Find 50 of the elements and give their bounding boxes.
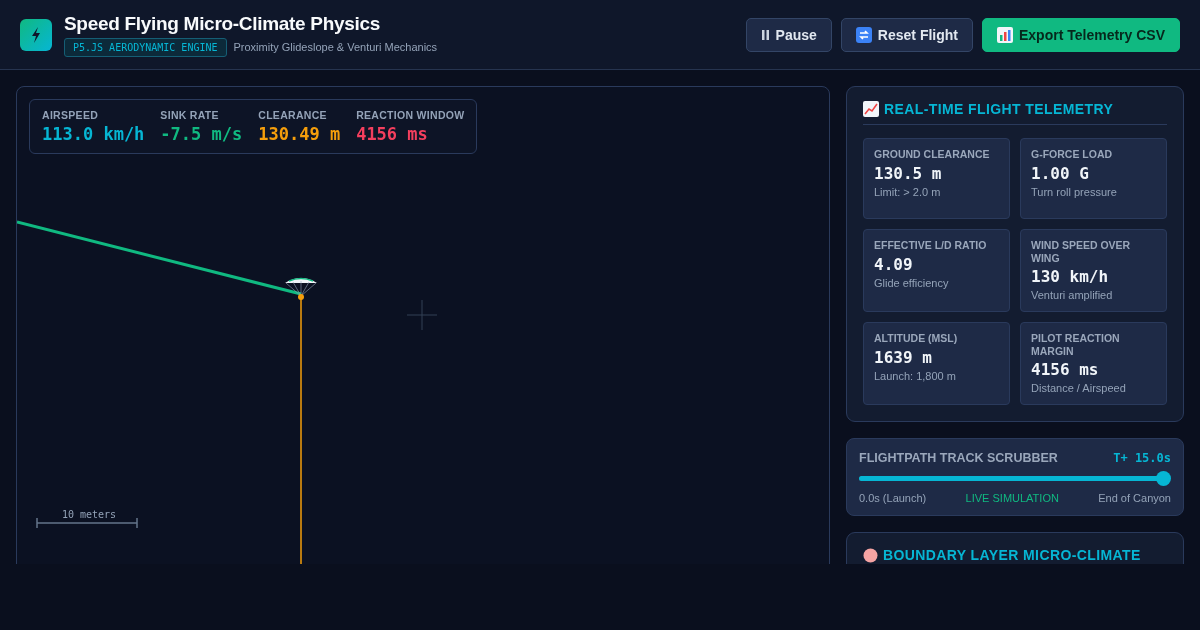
simulation-status: LIVE SIMULATION: [965, 492, 1059, 505]
reset-button[interactable]: Reset Flight: [840, 17, 973, 52]
hud-label: CLEARANCE: [258, 109, 328, 121]
metric-value: 4.09: [874, 254, 914, 274]
scale-label: 10 meters: [61, 509, 117, 520]
metric-label: PILOT REACTION MARGIN: [1031, 332, 1121, 358]
hud-label: AIRSPEED: [42, 109, 100, 121]
scrubber-start: 0.0s (Launch): [859, 492, 927, 505]
metric-label: EFFECTIVE L/D RATIO: [874, 239, 988, 252]
metric-value: 1639 m: [874, 347, 933, 367]
metric-value: 4156 ms: [1031, 360, 1100, 380]
crosshair-icon: [406, 299, 438, 331]
metric-label: GROUND CLEARANCE: [874, 148, 991, 161]
scrubber-end: End of Canyon: [1098, 492, 1171, 505]
metric-note: Turn roll pressure: [1031, 185, 1118, 198]
metric-value: 130 km/h: [1031, 267, 1110, 287]
hud-value: -7.5 m/s: [160, 124, 243, 144]
metric-value: 130.5 m: [874, 163, 943, 183]
metric-note: Launch: 1,800 m: [874, 369, 957, 382]
metric-note: Limit: > 2.0 m: [874, 185, 942, 198]
hud-value: 113.0 km/h: [42, 124, 145, 144]
hud-value: 4156 ms: [356, 124, 429, 144]
trend-chart-icon: [863, 101, 879, 117]
pause-icon: [760, 29, 770, 40]
bar-chart-icon: [997, 26, 1013, 43]
hud-value: 130.49 m: [258, 124, 341, 144]
refresh-icon: [855, 26, 872, 43]
metric-label: ALTITUDE (MSL): [874, 332, 959, 345]
metric-note: Distance / Airspeed: [1031, 382, 1127, 395]
metric-label: G-FORCE LOAD: [1031, 148, 1114, 161]
app-title: Speed Flying Micro-Climate Physics: [64, 12, 382, 35]
scrubber-title: FLIGHTPATH TRACK SCRUBBER: [859, 451, 1058, 466]
scrubber-slider[interactable]: [859, 471, 1171, 487]
microclimate-title: BOUNDARY LAYER MICRO-CLIMATE: [883, 547, 1141, 564]
hud-label: SINK RATE: [160, 109, 220, 121]
scrubber-handle[interactable]: [1156, 471, 1171, 487]
export-button[interactable]: Export Telemetry CSV: [982, 17, 1180, 52]
app-subtitle: Proximity Glideslope & Venturi Mechanics: [233, 41, 438, 53]
metric-note: Venturi amplified: [1031, 289, 1114, 302]
dot-icon: [863, 547, 878, 563]
scrubber-time: T+ 15.0s: [1113, 451, 1171, 466]
metric-note: Glide efficiency: [874, 276, 950, 289]
telemetry-title: REAL-TIME FLIGHT TELEMETRY: [884, 101, 1114, 117]
pause-button[interactable]: Pause: [745, 17, 832, 52]
engine-badge: P5.JS AERODYNAMIC ENGINE: [64, 37, 227, 57]
lightning-icon: [31, 26, 41, 43]
hud-label: REACTION WINDOW: [356, 109, 465, 121]
paraglider-drawing: [285, 277, 317, 300]
metric-label: WIND SPEED OVER WING: [1031, 239, 1132, 265]
metric-value: 1.00 G: [1031, 163, 1090, 183]
